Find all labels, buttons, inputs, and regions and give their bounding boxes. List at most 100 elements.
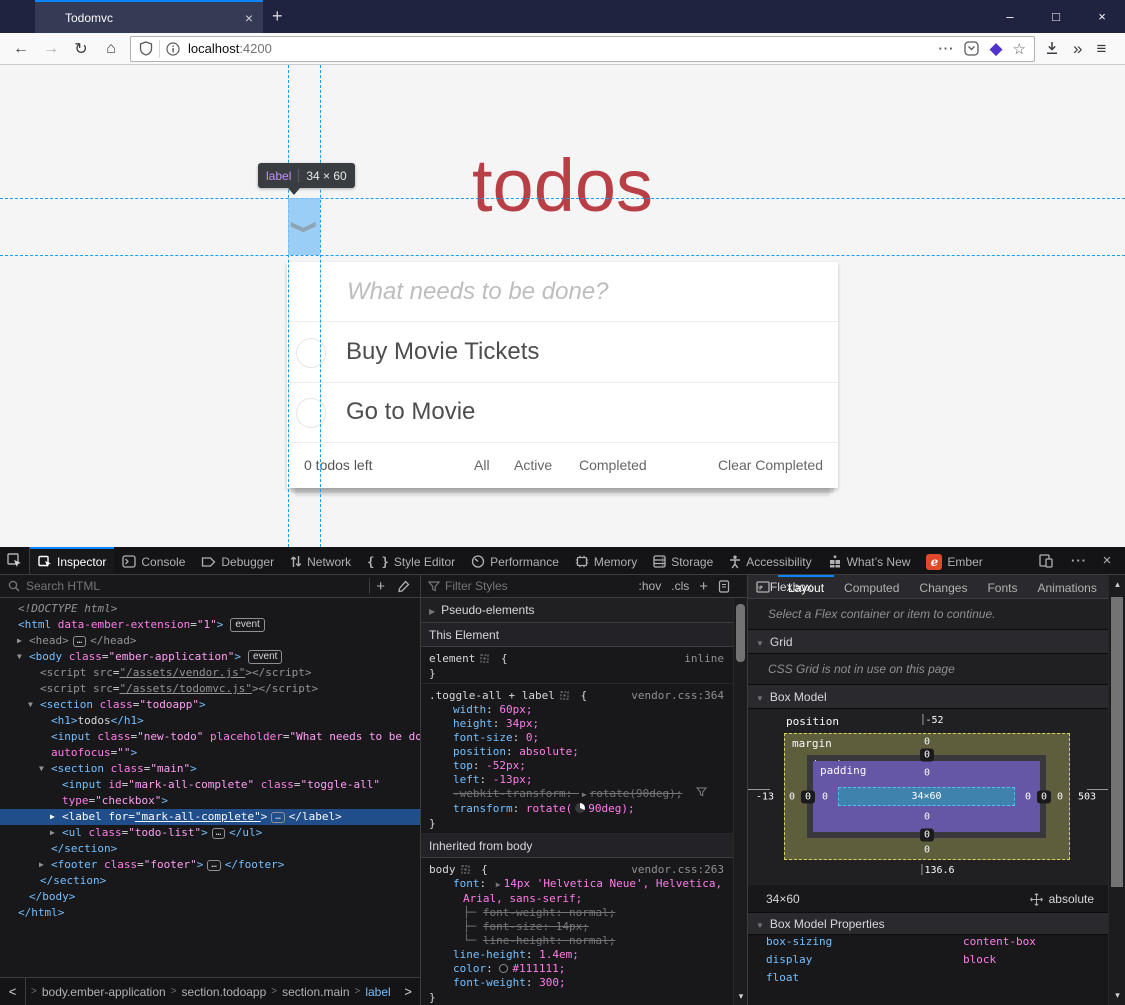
- sidebar-tab-changes[interactable]: Changes: [909, 575, 977, 598]
- sidebar-tab-fonts[interactable]: Fonts: [977, 575, 1027, 598]
- inline-ellipsis-badge[interactable]: …: [212, 828, 225, 839]
- devtools-tab-what-s-new[interactable]: What’s New: [820, 547, 919, 574]
- browser-tab[interactable]: Todomvc ×: [35, 0, 263, 33]
- print-media-icon[interactable]: [718, 580, 730, 593]
- css-property[interactable]: width: 60px;: [429, 703, 726, 717]
- hamburger-menu-icon[interactable]: ≡: [1096, 39, 1106, 59]
- css-property[interactable]: line-height: 1.4em;: [429, 948, 726, 962]
- pseudo-elements-row[interactable]: ▶Pseudo-elements: [421, 598, 734, 623]
- devtools-tab-accessibility[interactable]: Accessibility: [721, 547, 819, 574]
- expand-arrow-icon[interactable]: ▶: [39, 857, 44, 873]
- breadcrumb-item[interactable]: body.ember-application: [42, 985, 166, 999]
- markup-tree-row[interactable]: ▶<head>…</head>: [0, 633, 420, 649]
- inline-ellipsis-badge[interactable]: …: [207, 860, 220, 871]
- css-property[interactable]: └─ line-height: normal;: [429, 934, 726, 948]
- forward-button[interactable]: →: [36, 40, 66, 58]
- box-model-top-offset[interactable]: -52: [922, 714, 943, 726]
- margin-left-value[interactable]: 0: [789, 792, 795, 803]
- css-property[interactable]: ├─ font-size: 14px;: [429, 920, 726, 934]
- css-property[interactable]: left: -13px;: [429, 773, 726, 787]
- collapse-arrow-icon[interactable]: ▼: [17, 649, 22, 665]
- css-property[interactable]: transform: rotate(90deg);: [429, 802, 726, 816]
- move-position-icon[interactable]: [1030, 893, 1043, 906]
- devtools-tab-performance[interactable]: Performance: [463, 547, 567, 574]
- add-node-button[interactable]: +: [376, 578, 385, 595]
- scroll-up-icon[interactable]: ▴: [1109, 579, 1125, 590]
- markup-tree-row[interactable]: <input class="new-todo" placeholder="Wha…: [0, 729, 420, 745]
- box-model-property-row[interactable]: displayblock: [748, 953, 1108, 971]
- markup-tree-row[interactable]: ▼<section class="main">: [0, 761, 420, 777]
- shield-icon[interactable]: [139, 41, 153, 56]
- angle-swatch[interactable]: [575, 803, 585, 813]
- css-property[interactable]: font-weight: 300;: [429, 976, 726, 990]
- css-property[interactable]: color: #111111;: [429, 962, 726, 976]
- markup-tree-row[interactable]: </section>: [0, 873, 420, 889]
- margin-bottom-value[interactable]: 0: [924, 845, 930, 856]
- markup-tree-row[interactable]: ▼<section class="todoapp">: [0, 697, 420, 713]
- highlight-selector-icon[interactable]: [460, 864, 471, 875]
- box-model-properties-header[interactable]: ▼Box Model Properties: [748, 913, 1108, 935]
- eyedropper-icon[interactable]: [397, 580, 410, 593]
- css-property[interactable]: ├─ font-weight: normal;: [429, 906, 726, 920]
- devtools-tab-console[interactable]: Console: [114, 547, 193, 574]
- inline-ellipsis-badge[interactable]: …: [271, 812, 284, 823]
- box-model-content-box[interactable]: 34×60: [838, 787, 1015, 806]
- sidebar-toggle-icon[interactable]: [748, 575, 778, 598]
- breadcrumb-scroll-right[interactable]: >: [404, 984, 412, 999]
- rule-selector-line[interactable]: element {inline: [429, 651, 726, 666]
- markup-tree-row[interactable]: <html data-ember-extension="1">event: [0, 617, 420, 633]
- add-rule-button[interactable]: +: [699, 578, 708, 595]
- css-property[interactable]: font-size: 0;: [429, 731, 726, 745]
- expand-arrow-icon[interactable]: ▶: [50, 825, 55, 841]
- filter-active[interactable]: Active: [514, 457, 552, 473]
- pick-element-button[interactable]: [0, 547, 30, 574]
- expand-value-arrow-icon[interactable]: ▶: [582, 788, 587, 802]
- padding-right-value[interactable]: 0: [1025, 792, 1031, 803]
- markup-tree-row[interactable]: <h1>todos</h1>: [0, 713, 420, 729]
- todo-toggle-checkbox[interactable]: [296, 398, 326, 428]
- todo-item[interactable]: Go to Movie: [287, 383, 838, 443]
- devtools-tab-memory[interactable]: Memory: [567, 547, 645, 574]
- margin-right-value[interactable]: 0: [1057, 792, 1063, 803]
- markup-tree-row[interactable]: </body>: [0, 889, 420, 905]
- pocket-icon[interactable]: [964, 41, 979, 56]
- sidebar-tab-computed[interactable]: Computed: [834, 575, 909, 598]
- highlight-selector-icon[interactable]: [479, 653, 490, 664]
- collapse-arrow-icon[interactable]: ▼: [39, 761, 44, 777]
- rule-source-link[interactable]: inline: [684, 651, 724, 666]
- markup-tree-row[interactable]: ▶<ul class="todo-list">…</ul>: [0, 825, 420, 841]
- markup-tree-row[interactable]: <script src="/assets/vendor.js"></script…: [0, 665, 420, 681]
- padding-bottom-value[interactable]: 0: [924, 812, 930, 823]
- markup-tree-row[interactable]: ▶<label for="mark-all-complete">…</label…: [0, 809, 420, 825]
- rule-source-link[interactable]: vendor.css:364: [631, 688, 724, 703]
- markup-tree-row[interactable]: <!DOCTYPE html>: [0, 601, 420, 617]
- css-property[interactable]: font: ▶14px 'Helvetica Neue', Helvetica,: [429, 877, 726, 892]
- border-left-value[interactable]: 0: [801, 791, 815, 804]
- url-text[interactable]: localhost:4200: [188, 41, 938, 56]
- event-badge[interactable]: event: [230, 618, 264, 632]
- devtools-menu-icon[interactable]: ···: [1067, 553, 1091, 568]
- sidebar-tab-animations[interactable]: Animations: [1027, 575, 1106, 598]
- devtools-tab-ember[interactable]: eEmber: [918, 547, 990, 574]
- filter-all[interactable]: All: [474, 457, 490, 473]
- border-right-value[interactable]: 0: [1037, 791, 1051, 804]
- page-actions-icon[interactable]: ···: [938, 41, 954, 56]
- rules-scroll-down-icon[interactable]: ▾: [734, 991, 748, 1002]
- new-todo-input[interactable]: What needs to be done?: [287, 262, 838, 322]
- css-property[interactable]: top: -52px;: [429, 759, 726, 773]
- rule-selector-line[interactable]: body {vendor.css:263: [429, 862, 726, 877]
- markup-tree-row[interactable]: <script src="/assets/todomvc.js"></scrip…: [0, 681, 420, 697]
- search-input[interactable]: Search HTML: [26, 579, 100, 593]
- breadcrumb-item[interactable]: section.main: [282, 985, 349, 999]
- markup-tree-row[interactable]: ▶<footer class="footer">…</footer>: [0, 857, 420, 873]
- responsive-design-icon[interactable]: [1039, 554, 1063, 568]
- event-badge[interactable]: event: [248, 650, 282, 664]
- collapse-arrow-icon[interactable]: ▼: [28, 697, 33, 713]
- markup-tree-row[interactable]: </section>: [0, 841, 420, 857]
- border-top-value[interactable]: 0: [920, 749, 934, 762]
- rule-source-link[interactable]: vendor.css:263: [631, 862, 724, 877]
- devtools-tab-style-editor[interactable]: { }Style Editor: [359, 547, 463, 574]
- breadcrumb-item[interactable]: section.todoapp: [182, 985, 267, 999]
- markup-tree-row[interactable]: autofocus="">: [0, 745, 420, 761]
- new-tab-button[interactable]: +: [272, 6, 283, 26]
